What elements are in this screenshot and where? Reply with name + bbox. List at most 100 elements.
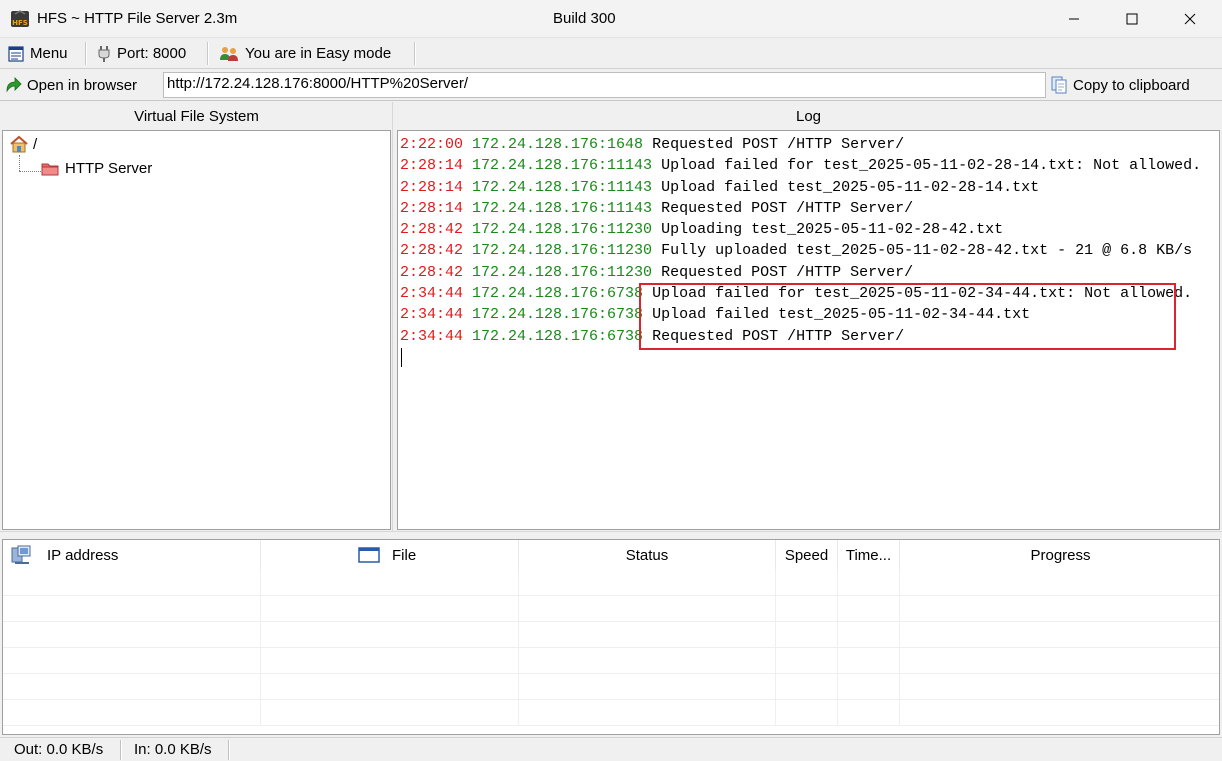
table-row[interactable] [3, 570, 1219, 596]
table-cell [900, 622, 1219, 648]
table-cell [3, 622, 261, 648]
log-time: 2:28:42 [400, 263, 464, 281]
log-message: Uploading test_2025-05-11-02-28-42.txt [661, 221, 1004, 239]
log-ip: 172.24.128.176:1648 [472, 136, 644, 153]
column-label: Status [625, 546, 669, 564]
mode-button[interactable]: You are in Easy mode [219, 38, 391, 69]
log-time: 2:34:44 [400, 327, 464, 345]
svg-text:HFS: HFS [12, 19, 28, 27]
connections-list[interactable]: IP address File Status Speed Time... Pro… [2, 539, 1220, 735]
menu-label: Menu [30, 45, 68, 62]
column-label: Time... [845, 546, 892, 564]
port-label: Port: 8000 [117, 45, 187, 62]
log-line: 2:28:42 172.24.128.176:11230 Uploading t… [400, 219, 1201, 240]
column-label: Progress [1030, 546, 1091, 564]
toolbar: Menu Port: 8000 You are in Easy mode [0, 38, 1222, 69]
column-time[interactable]: Time... [838, 540, 900, 570]
table-row[interactable] [3, 622, 1219, 648]
table-cell [900, 596, 1219, 622]
log-time: 2:28:14 [400, 178, 464, 196]
close-button[interactable] [1160, 0, 1220, 38]
table-cell [776, 622, 838, 648]
copy-to-clipboard-button[interactable]: Copy to clipboard [1050, 72, 1190, 98]
tree-root-item[interactable]: / [9, 135, 37, 153]
log-ip: 172.24.128.176:11230 [472, 221, 653, 239]
log-line: 2:28:14 172.24.128.176:11143 Upload fail… [400, 177, 1201, 198]
table-row[interactable] [3, 648, 1219, 674]
log-message: Fully uploaded test_2025-05-11-02-28-42.… [661, 242, 1193, 260]
maximize-button[interactable] [1102, 0, 1162, 38]
address-bar: Open in browser http://172.24.128.176:80… [0, 69, 1222, 101]
horizontal-splitter[interactable] [0, 531, 1222, 539]
log-area[interactable]: 2:22:00 172.24.128.176:1648 Requested PO… [397, 130, 1220, 530]
column-status[interactable]: Status [519, 540, 776, 570]
log-ip: 172.24.128.176:11230 [472, 263, 653, 281]
home-icon [10, 135, 28, 153]
menu-button[interactable]: Menu [8, 38, 68, 69]
virtual-file-system-tree[interactable]: / HTTP Server [2, 130, 391, 530]
log-line: 2:28:14 172.24.128.176:11143 Upload fail… [400, 155, 1201, 176]
table-row[interactable] [3, 674, 1219, 700]
table-cell [261, 700, 519, 726]
hfs-app-icon: HFS [11, 10, 29, 27]
log-ip: 172.24.128.176:6738 [472, 306, 644, 324]
computer-icon [11, 545, 31, 564]
log-time: 2:34:44 [400, 285, 464, 303]
table-cell [261, 674, 519, 700]
table-cell [776, 648, 838, 674]
table-cell [3, 570, 261, 596]
log-ip: 172.24.128.176:6738 [472, 285, 644, 303]
log-time: 2:22:00 [400, 136, 464, 153]
connections-header: IP address File Status Speed Time... Pro… [3, 540, 1219, 570]
column-progress[interactable]: Progress [900, 540, 1219, 570]
vertical-splitter[interactable] [392, 102, 396, 532]
minimize-button[interactable] [1044, 0, 1104, 38]
table-cell [519, 648, 776, 674]
log-line: 2:28:42 172.24.128.176:11230 Requested P… [400, 262, 1201, 283]
tree-connector [19, 171, 41, 172]
text-caret [401, 348, 402, 367]
open-in-browser-button[interactable]: Open in browser [4, 72, 137, 98]
toolbar-separator [85, 42, 87, 65]
window-title: HFS ~ HTTP File Server 2.3m [37, 10, 238, 27]
log-ip: 172.24.128.176:11143 [472, 199, 653, 217]
log-time: 2:28:42 [400, 221, 464, 239]
log-ip: 172.24.128.176:11230 [472, 242, 653, 260]
log-message: Requested POST /HTTP Server/ [661, 263, 914, 281]
table-cell [519, 570, 776, 596]
table-cell [261, 570, 519, 596]
table-cell [838, 596, 900, 622]
out-speed: Out: 0.0 KB/s [14, 741, 104, 758]
column-label: Speed [784, 546, 829, 564]
log-ip: 172.24.128.176:11143 [472, 178, 653, 196]
table-row[interactable] [3, 596, 1219, 622]
table-cell [261, 622, 519, 648]
table-cell [900, 570, 1219, 596]
log-message: Requested POST /HTTP Server/ [661, 199, 914, 217]
tree-item-http-server[interactable]: HTTP Server [41, 160, 152, 177]
log-time: 2:34:44 [400, 306, 464, 324]
log-message: Upload failed for test_2025-05-11-02-28-… [661, 157, 1202, 175]
column-label: IP address [47, 546, 119, 564]
open-in-browser-label: Open in browser [27, 76, 138, 94]
table-cell [900, 648, 1219, 674]
highlight-box [639, 283, 1176, 350]
build-label: Build 300 [553, 10, 616, 27]
log-time: 2:28:42 [400, 242, 464, 260]
table-row[interactable] [3, 700, 1219, 726]
port-button[interactable]: Port: 8000 [97, 38, 186, 69]
table-cell [776, 596, 838, 622]
table-cell [776, 570, 838, 596]
table-cell [519, 674, 776, 700]
tree-item-label: HTTP Server [65, 160, 153, 177]
column-ip-address[interactable]: IP address [3, 540, 261, 570]
url-field[interactable]: http://172.24.128.176:8000/HTTP%20Server… [163, 72, 1046, 98]
table-cell [261, 648, 519, 674]
folder-icon [41, 163, 59, 176]
table-cell [519, 700, 776, 726]
maximize-icon [1126, 13, 1138, 25]
column-file[interactable]: File [261, 540, 519, 570]
in-speed: In: 0.0 KB/s [134, 741, 212, 758]
table-cell [261, 596, 519, 622]
column-speed[interactable]: Speed [776, 540, 838, 570]
